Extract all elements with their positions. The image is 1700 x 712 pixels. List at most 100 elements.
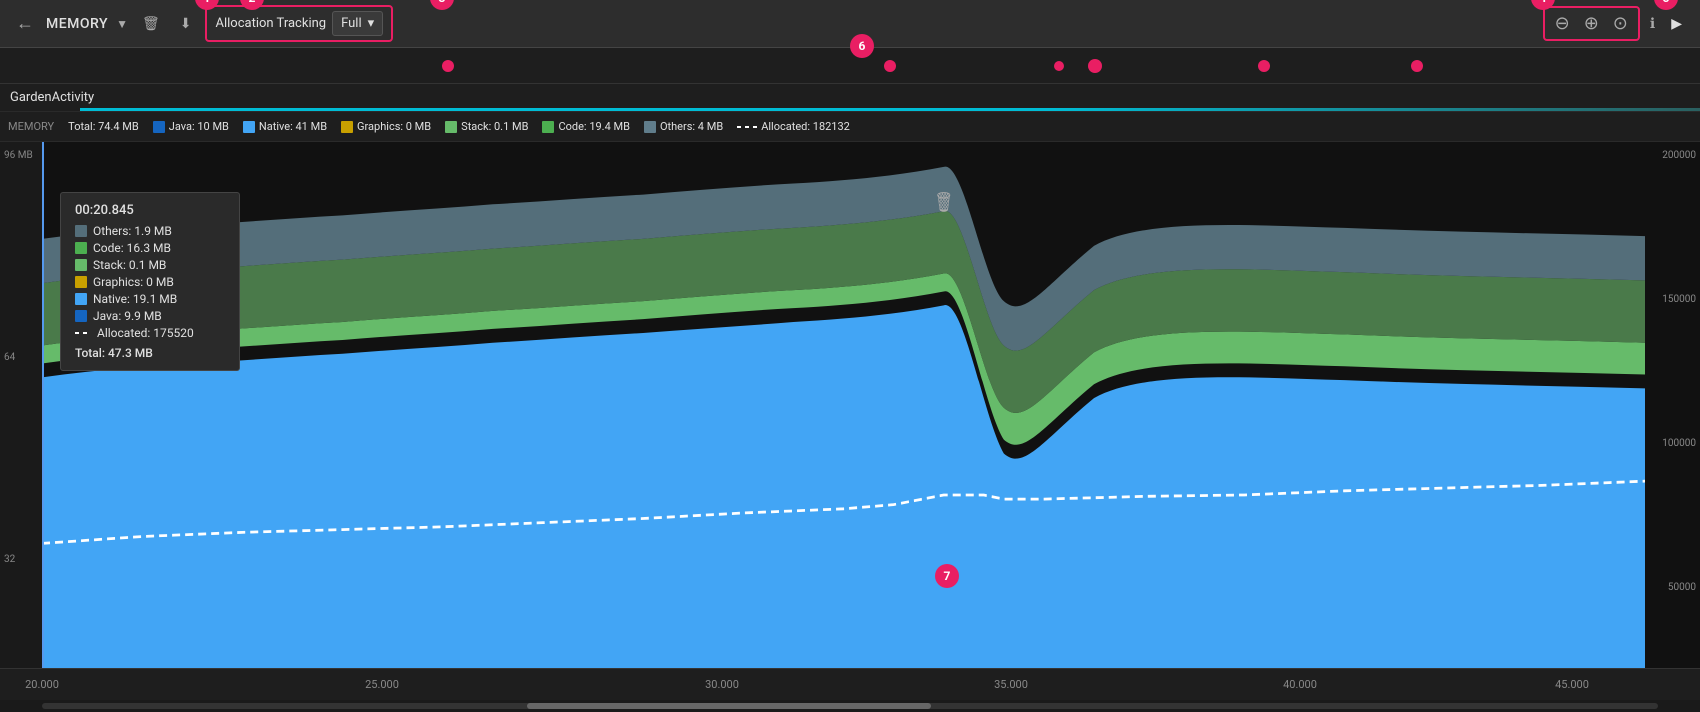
tooltip: 00:20.845 Others: 1.9 MB Code: 16.3 MB S… — [60, 192, 240, 371]
x-tick-30: 30.000 — [705, 678, 739, 691]
y-axis-left: 96 MB 64 32 — [0, 142, 42, 668]
cursor-line — [42, 142, 44, 668]
annotation-bar: 6 — [0, 48, 1700, 84]
full-dropdown[interactable]: Full ▾ — [332, 11, 383, 36]
native-swatch — [243, 121, 255, 133]
tooltip-java-label: Java: 9.9 MB — [93, 309, 162, 323]
others-swatch — [644, 121, 656, 133]
tooltip-native-swatch — [75, 293, 87, 305]
y-right-50k: 50000 — [1649, 582, 1696, 593]
toolbar-left: ← MEMORY ▼ 🗑 ⬇ Allocation Tracking Full … — [12, 5, 1533, 42]
x-axis: 20.000 25.000 30.000 35.000 40.000 45.00… — [0, 668, 1700, 700]
y-label-96: 96 MB — [4, 150, 38, 161]
memory-label: MEMORY — [46, 16, 108, 32]
tooltip-graphics-label: Graphics: 0 MB — [93, 275, 174, 289]
activity-label: GardenActivity — [10, 90, 94, 105]
full-label: Full — [341, 16, 362, 31]
annotation-dot-6[interactable] — [1411, 60, 1423, 72]
annotation-dot-1[interactable] — [442, 60, 454, 72]
allocation-group: Allocation Tracking Full ▾ — [205, 5, 393, 42]
scrollbar-thumb[interactable] — [527, 703, 931, 709]
dropdown-caret-icon: ▾ — [368, 16, 375, 31]
allocated-dashed-icon — [737, 126, 757, 128]
badge-7: 7 — [935, 564, 959, 588]
zoom-in-button[interactable]: ⊕ — [1578, 10, 1605, 37]
legend-code-label: Code: 19.4 MB — [558, 120, 630, 133]
tooltip-stack-label: Stack: 0.1 MB — [93, 258, 166, 272]
toolbar-right: ⊖ ⊕ ⊙ ℹ ▶ — [1543, 6, 1688, 41]
scrollbar-track[interactable] — [42, 703, 1658, 709]
scrollbar-row — [0, 700, 1700, 712]
code-swatch — [542, 121, 554, 133]
tooltip-java-row: Java: 9.9 MB — [75, 309, 225, 323]
play-button[interactable]: ▶ — [1665, 12, 1688, 35]
x-tick-40: 40.000 — [1283, 678, 1317, 691]
tooltip-code-row: Code: 16.3 MB — [75, 241, 225, 255]
legend-total: Total: 74.4 MB — [68, 120, 139, 133]
legend-graphics-label: Graphics: 0 MB — [357, 120, 431, 133]
info-button[interactable]: ℹ — [1644, 12, 1661, 35]
memory-section-label: MEMORY — [8, 120, 54, 133]
chart-area[interactable]: 96 MB 64 32 200000 150000 100000 50000 — [0, 142, 1700, 668]
y-right-100k: 100000 — [1649, 438, 1696, 449]
legend-native-label: Native: 41 MB — [259, 120, 327, 133]
y-right-150k: 150000 — [1649, 294, 1696, 305]
tooltip-others-row: Others: 1.9 MB — [75, 224, 225, 238]
legend-graphics: Graphics: 0 MB — [341, 120, 431, 133]
legend-stack-label: Stack: 0.1 MB — [461, 120, 528, 133]
legend-allocated: Allocated: 182132 — [737, 120, 850, 133]
x-tick-25: 25.000 — [365, 678, 399, 691]
x-tick-20: 20.000 — [25, 678, 59, 691]
tooltip-allocated-label: Allocated: 175520 — [97, 326, 194, 340]
x-tick-35: 35.000 — [994, 678, 1028, 691]
delete-button[interactable]: 🗑 — [136, 11, 166, 36]
legend-allocated-label: Allocated: 182132 — [761, 120, 850, 133]
badge-6: 6 — [850, 34, 874, 58]
legend-others: Others: 4 MB — [644, 120, 723, 133]
legend-java: Java: 10 MB — [153, 120, 229, 133]
back-button[interactable]: ← — [12, 9, 38, 38]
allocation-label: Allocation Tracking — [215, 16, 326, 31]
zoom-controls: ⊖ ⊕ ⊙ — [1543, 6, 1640, 41]
y-axis-right: 200000 150000 100000 50000 — [1645, 142, 1700, 668]
zoom-out-button[interactable]: ⊖ — [1549, 10, 1576, 37]
java-swatch — [153, 121, 165, 133]
tooltip-java-swatch — [75, 310, 87, 322]
legend-code: Code: 19.4 MB — [542, 120, 630, 133]
tooltip-stack-row: Stack: 0.1 MB — [75, 258, 225, 272]
gc-marker-icon: 🗑 — [935, 191, 953, 214]
tooltip-graphics-swatch — [75, 276, 87, 288]
legend-row: MEMORY Total: 74.4 MB Java: 10 MB Native… — [0, 112, 1700, 142]
tooltip-code-label: Code: 16.3 MB — [93, 241, 171, 255]
memory-dropdown-arrow[interactable]: ▼ — [116, 17, 128, 31]
memory-chart-svg: 🗑 — [42, 142, 1645, 668]
tooltip-native-label: Native: 19.1 MB — [93, 292, 177, 306]
y-right-200k: 200000 — [1649, 150, 1696, 161]
legend-stack: Stack: 0.1 MB — [445, 120, 528, 133]
x-tick-45: 45.000 — [1555, 678, 1589, 691]
tooltip-total-label: Total: 47.3 MB — [75, 346, 225, 360]
tooltip-native-row: Native: 19.1 MB — [75, 292, 225, 306]
main-area: 6 GardenActivity MEMORY Total: 74.4 MB J… — [0, 48, 1700, 712]
annotation-dot-3[interactable] — [1054, 61, 1064, 71]
annotation-dot-5[interactable] — [1258, 60, 1270, 72]
tooltip-allocated-row: Allocated: 175520 — [75, 326, 225, 340]
legend-others-label: Others: 4 MB — [660, 120, 723, 133]
tooltip-others-swatch — [75, 225, 87, 237]
zoom-reset-button[interactable]: ⊙ — [1607, 10, 1634, 37]
annotation-dot-2[interactable] — [884, 60, 896, 72]
save-button[interactable]: ⬇ — [174, 11, 198, 36]
tooltip-others-label: Others: 1.9 MB — [93, 224, 172, 238]
y-label-32: 32 — [4, 554, 38, 565]
tooltip-stack-swatch — [75, 259, 87, 271]
tooltip-time: 00:20.845 — [75, 203, 225, 218]
tooltip-code-swatch — [75, 242, 87, 254]
legend-total-label: Total: 74.4 MB — [68, 120, 139, 133]
y-label-64: 64 — [4, 352, 38, 363]
tooltip-allocated-dashed-icon — [75, 332, 91, 334]
stack-swatch — [445, 121, 457, 133]
tooltip-graphics-row: Graphics: 0 MB — [75, 275, 225, 289]
annotation-dot-4[interactable] — [1088, 59, 1102, 73]
legend-native: Native: 41 MB — [243, 120, 327, 133]
graphics-swatch — [341, 121, 353, 133]
